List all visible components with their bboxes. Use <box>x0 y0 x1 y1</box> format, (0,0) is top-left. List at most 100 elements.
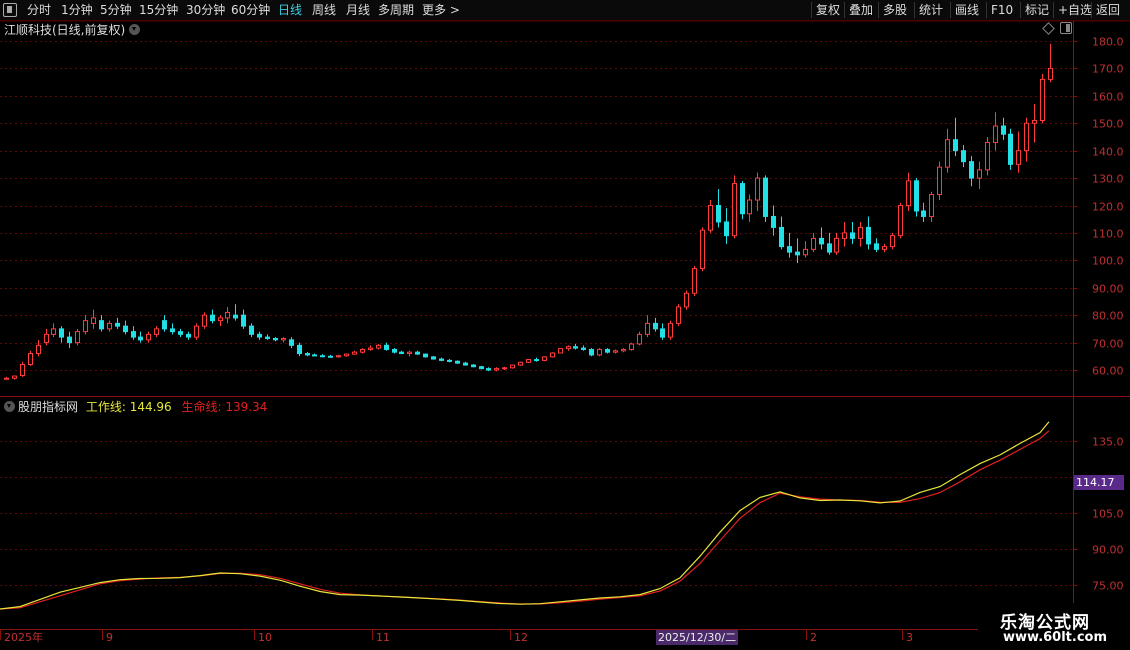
indicator-axis-label: 105.0 <box>1092 508 1124 521</box>
indicator-axis-label: 90.00 <box>1092 544 1124 557</box>
candle <box>858 221 863 247</box>
candle <box>605 348 610 354</box>
candle <box>597 348 602 357</box>
candle <box>328 354 333 358</box>
candle <box>969 156 974 187</box>
candle <box>660 323 665 340</box>
price-axis-label: 180.0 <box>1092 36 1124 49</box>
candle <box>566 345 571 351</box>
candle <box>225 306 230 324</box>
candle <box>297 342 302 357</box>
candle <box>281 337 286 343</box>
work-line <box>0 421 1050 610</box>
price-axis-label: 100.0 <box>1092 255 1124 268</box>
candle <box>724 208 729 244</box>
candle <box>1024 117 1029 162</box>
candle <box>993 112 998 151</box>
candle <box>1032 104 1037 143</box>
price-axis-label: 80.00 <box>1092 310 1124 323</box>
price-axis-label: 170.0 <box>1092 63 1124 76</box>
life-line <box>0 430 1050 610</box>
candle <box>700 227 705 272</box>
candle <box>20 361 25 377</box>
candle <box>28 350 33 366</box>
candle <box>344 353 349 357</box>
candle <box>194 323 199 340</box>
candle <box>684 290 689 310</box>
candle <box>914 178 919 217</box>
candle <box>747 194 752 222</box>
indicator-axis-label: 75.00 <box>1092 580 1124 593</box>
candle <box>850 221 855 244</box>
candle <box>368 345 373 351</box>
candle <box>1016 131 1021 173</box>
candle <box>716 189 721 228</box>
candle <box>186 331 191 340</box>
candle <box>99 315 104 332</box>
candle <box>202 312 207 329</box>
candle <box>392 348 397 354</box>
candle <box>692 265 697 296</box>
candle <box>740 180 745 220</box>
candle <box>336 354 341 358</box>
candle <box>882 243 887 253</box>
candle <box>44 328 49 346</box>
candle <box>550 352 555 358</box>
kline-chart[interactable]: 180.0 170.0 160.0 150.0 140.0 130.0 120.0 110.0… <box>0 0 1130 650</box>
candle <box>526 359 531 364</box>
candle <box>573 343 578 350</box>
work-line-label: 工作线: 144.96 <box>85 400 172 414</box>
candle <box>83 315 88 335</box>
price-axis-label: 120.0 <box>1092 201 1124 214</box>
candle <box>874 238 879 253</box>
price-axis-label: 90.00 <box>1092 283 1124 296</box>
candle <box>486 367 491 372</box>
candle <box>645 315 650 338</box>
candle <box>819 227 824 250</box>
candle <box>621 348 626 353</box>
time-axis-label: 12 <box>514 631 528 644</box>
candle <box>961 145 966 168</box>
candle <box>59 326 64 343</box>
indicator-lines <box>0 421 1050 610</box>
candle <box>233 304 238 321</box>
candle <box>827 232 832 255</box>
candle <box>455 360 460 364</box>
candle <box>241 309 246 329</box>
price-axis-label: 60.00 <box>1092 365 1124 378</box>
candle <box>510 364 515 369</box>
candle <box>1008 128 1013 170</box>
candle <box>305 352 310 357</box>
candle <box>676 304 681 327</box>
price-axis-label: 160.0 <box>1092 91 1124 104</box>
candle <box>834 232 839 255</box>
candle <box>502 366 507 370</box>
time-axis-label: 10 <box>258 631 272 644</box>
candle <box>629 342 634 351</box>
candle <box>123 320 128 335</box>
indicator-name[interactable]: 股朋指标网 <box>18 400 78 414</box>
cursor-date-badge: 2025/12/30/二 <box>656 630 739 645</box>
candle <box>977 161 982 190</box>
candle <box>218 315 223 327</box>
candle <box>36 339 41 357</box>
candle <box>138 331 143 343</box>
indicator-dropdown-icon[interactable] <box>4 401 15 412</box>
candle <box>51 323 56 338</box>
candle <box>479 365 484 370</box>
indicator-value-badge: 114.17 <box>1074 475 1124 490</box>
candle <box>273 337 278 342</box>
candle <box>534 357 539 362</box>
candle <box>257 331 262 340</box>
candle <box>107 320 112 332</box>
candle <box>1001 117 1006 140</box>
candle <box>866 216 871 250</box>
candle <box>431 356 436 360</box>
candle <box>1040 73 1045 124</box>
candle <box>589 348 594 357</box>
candle <box>787 232 792 258</box>
candle <box>249 323 254 338</box>
candle <box>732 175 737 239</box>
candle <box>91 309 96 329</box>
candle <box>558 348 563 354</box>
